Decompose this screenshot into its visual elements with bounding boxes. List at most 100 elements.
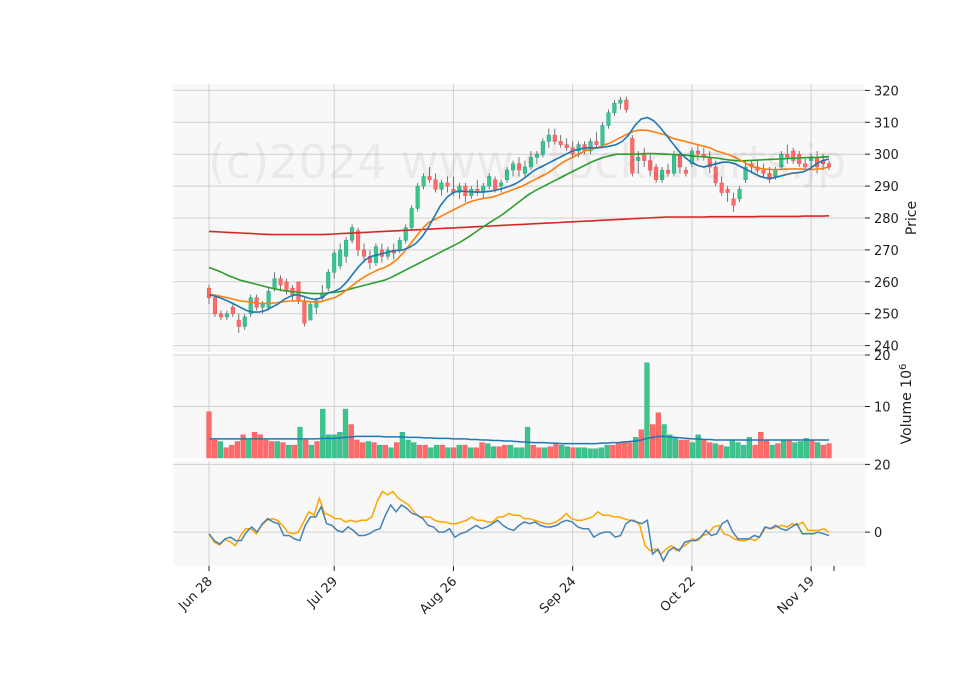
volume-bar-up	[729, 439, 735, 459]
volume-bar-up	[365, 441, 371, 459]
volume-bar-down	[530, 444, 536, 459]
volume-bar-down	[348, 424, 354, 459]
volume-bar-down	[450, 447, 457, 459]
candle-body-up	[260, 303, 265, 308]
candle-body-up	[737, 189, 742, 200]
candle-body-down	[218, 313, 223, 318]
volume-bar-up	[490, 446, 497, 459]
price-tick-label: 270	[874, 244, 899, 259]
volume-bar-up	[507, 444, 514, 459]
volume-bar-up	[320, 408, 326, 459]
volume-bar-down	[615, 442, 622, 459]
volume-bar-down	[547, 446, 553, 459]
candle-body-up	[612, 102, 617, 113]
volume-bar-down	[678, 439, 684, 459]
volume-bar-down	[251, 432, 258, 459]
volume-bar-down	[263, 439, 269, 459]
volume-bar-down	[479, 442, 485, 459]
candle-body-up	[332, 252, 337, 273]
macd-tick-label: 0	[874, 526, 882, 541]
volume-bar-down	[354, 439, 360, 459]
volume-bar-up	[741, 444, 747, 459]
volume-bar-down	[826, 443, 832, 459]
candle-body-up	[606, 112, 611, 126]
volume-bar-down	[382, 444, 388, 459]
volume-bar-up	[587, 448, 593, 459]
candle-body-down	[212, 297, 218, 314]
volume-bar-down	[553, 443, 559, 459]
candle-body-up	[338, 249, 343, 267]
volume-bar-up	[598, 447, 605, 459]
volume-bar-down	[638, 429, 644, 459]
volume-bar-up	[769, 444, 775, 459]
volume-axis-exponent: 6	[898, 364, 909, 370]
volume-bar-up	[803, 438, 809, 459]
price-tick-label: 260	[874, 276, 899, 291]
candle-body-down	[230, 307, 235, 314]
volume-bar-down	[394, 442, 400, 459]
candle-body-down	[278, 278, 283, 286]
volume-bar-down	[212, 439, 218, 459]
candle-body-up	[409, 208, 414, 228]
volume-bar-down	[706, 442, 713, 459]
volume-bar-up	[274, 441, 280, 459]
volume-bar-up	[337, 432, 343, 459]
volume-bar-up	[388, 447, 394, 459]
volume-bar-down	[650, 424, 656, 459]
volume-bar-down	[655, 412, 661, 459]
candle-body-up	[308, 303, 313, 321]
volume-bar-up	[564, 446, 570, 459]
volume-bar-down	[422, 444, 428, 459]
volume-bar-up	[513, 447, 519, 459]
volume-bar-up	[712, 443, 718, 459]
volume-bar-up	[559, 444, 565, 459]
volume-bar-up	[308, 444, 315, 459]
volume-bar-up	[667, 434, 673, 459]
candle-body-down	[624, 99, 629, 110]
volume-bar-down	[627, 442, 633, 459]
candle-body-up	[415, 185, 420, 209]
candle-body-down	[725, 189, 730, 193]
price-axis-label: Price	[904, 201, 920, 235]
volume-bar-down	[371, 442, 377, 459]
volume-bar-up	[428, 447, 434, 459]
volume-bar-down	[303, 439, 309, 459]
candle-body-up	[272, 278, 277, 289]
volume-tick-label: 20	[874, 349, 891, 364]
volume-bar-up	[485, 443, 491, 459]
candle-body-up	[350, 227, 355, 241]
volume-bar-down	[621, 441, 627, 459]
volume-bar-down	[206, 411, 212, 459]
volume-bar-down	[496, 446, 502, 459]
volume-bar-up	[377, 444, 383, 459]
volume-bar-up	[672, 437, 679, 459]
macd-tick-label: 20	[874, 458, 891, 473]
stock-chart: Jun 28 Jul 29 Aug 26 Sep 24 Oct 22 Nov 192402…	[0, 0, 960, 690]
volume-bar-down	[268, 441, 275, 459]
volume-bar-down	[752, 444, 758, 459]
volume-bar-up	[689, 442, 696, 459]
volume-bar-down	[758, 432, 764, 459]
volume-bar-down	[502, 444, 508, 459]
volume-bar-up	[456, 444, 462, 459]
volume-bar-down	[775, 443, 781, 459]
volume-bar-down	[610, 444, 616, 459]
volume-bar-up	[445, 447, 451, 459]
volume-bar-down	[536, 447, 542, 459]
volume-bar-up	[735, 442, 741, 459]
candle-body-down	[731, 198, 736, 206]
volume-axis-label: Volume 106	[898, 364, 916, 445]
price-tick-label: 310	[874, 116, 899, 131]
watermark-text: (c)2024 www.stockcharts.jp	[208, 135, 846, 189]
volume-bar-up	[815, 442, 821, 459]
candle-body-down	[361, 249, 367, 257]
volume-bar-down	[223, 447, 229, 459]
price-tick-label: 290	[874, 180, 899, 195]
volume-bar-up	[468, 447, 474, 459]
candle-body-up	[224, 313, 229, 318]
price-tick-label: 280	[874, 212, 899, 227]
volume-bar-down	[291, 444, 297, 459]
volume-bar-up	[780, 439, 787, 459]
volume-bar-down	[229, 444, 235, 459]
candle-body-up	[344, 240, 349, 257]
